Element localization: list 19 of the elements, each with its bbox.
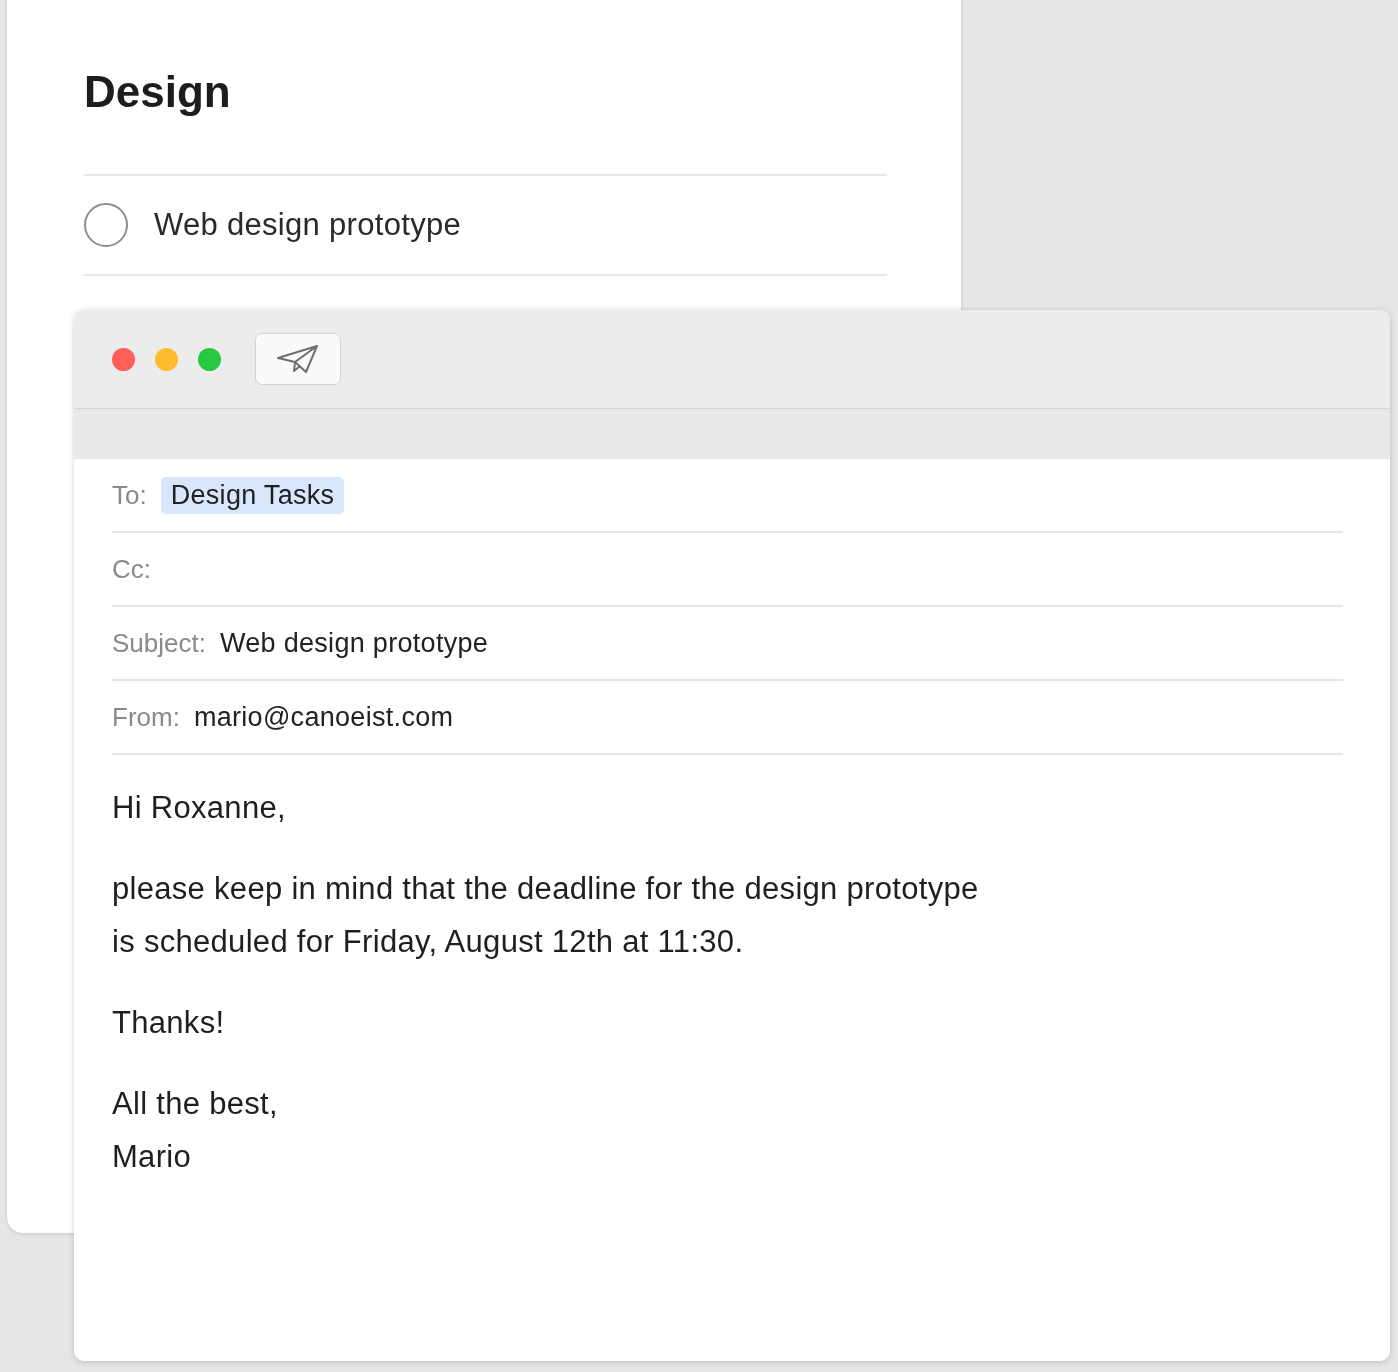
recipient-token[interactable]: Design Tasks	[160, 476, 345, 514]
message-paragraph: Thanks!	[112, 1004, 226, 1042]
window-control[interactable]	[155, 347, 178, 371]
paper-plane-icon	[276, 344, 320, 374]
field-value[interactable]: Web design prototype	[219, 627, 489, 659]
message-paragraph: All the best, Mario	[112, 1085, 279, 1176]
window-control[interactable]	[198, 347, 221, 371]
field-label: To:	[112, 479, 147, 511]
field-label: Subject:	[112, 627, 206, 659]
window-control[interactable]	[112, 347, 135, 371]
field-label: Cc:	[112, 553, 151, 585]
message-paragraph: please keep in mind that the deadline for the design prototype is scheduled for Friday, August 12th at 11:30.	[112, 870, 980, 961]
task-checkbox[interactable]	[84, 203, 128, 248]
field-value[interactable]: mario@canoeist.com	[193, 701, 454, 733]
field-label: From:	[112, 701, 180, 733]
message-paragraph: Hi Roxanne,	[112, 789, 287, 827]
project-title: Design	[84, 68, 232, 117]
task-label: Web design prototype	[154, 207, 461, 244]
send-button[interactable]	[255, 333, 341, 385]
